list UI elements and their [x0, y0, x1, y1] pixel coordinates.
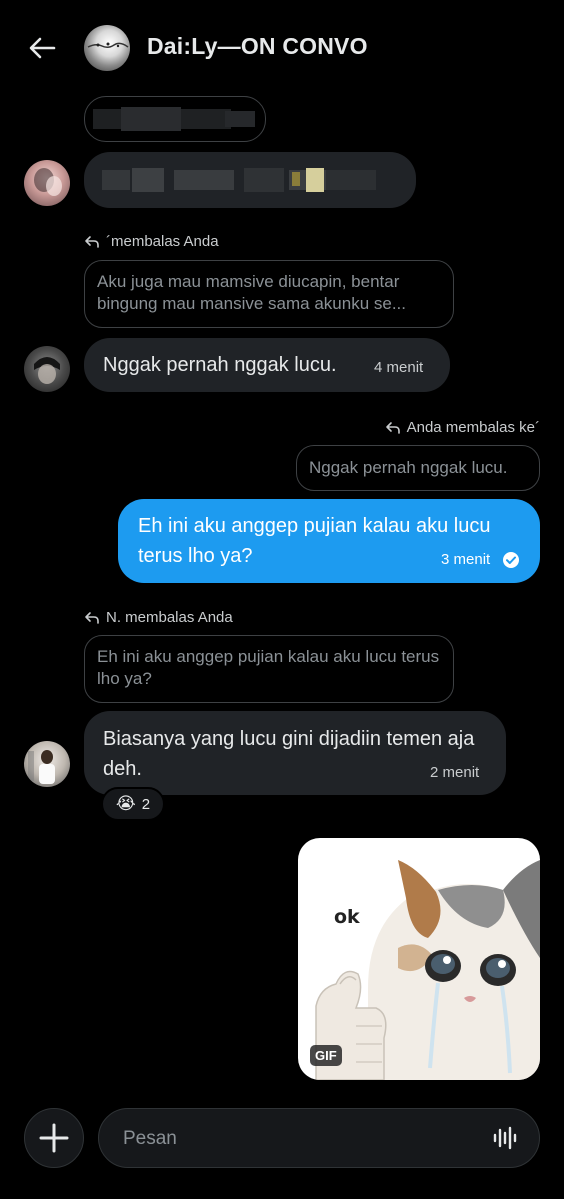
reply-arrow-icon [385, 421, 400, 434]
check-circle-icon [503, 552, 519, 568]
crying-cat-sticker [315, 860, 540, 1080]
quoted-message[interactable]: Aku juga mau mamsive diucapin, bentar bi… [84, 260, 454, 328]
conversation-avatar[interactable] [84, 25, 130, 71]
add-attachment-button[interactable] [24, 1108, 84, 1168]
reply-label: N. membalas Anda [84, 609, 233, 626]
message-time: 2 menit [430, 764, 480, 781]
sender-avatar[interactable] [24, 741, 70, 787]
sticker-text: ok [334, 906, 360, 928]
conversation-title[interactable]: Dai:Ly—ON CONVO [147, 33, 368, 60]
reply-label-text: Anda membalas ke´ [406, 419, 540, 436]
plus-icon [39, 1123, 69, 1153]
quoted-message[interactable]: Nggak pernah nggak lucu. [296, 445, 540, 491]
message-composer[interactable] [98, 1108, 540, 1168]
avatar-art [34, 357, 60, 384]
outgoing-message-bubble[interactable]: Eh ini aku anggep pujian kalau aku lucu … [118, 499, 540, 583]
redacted-message-bubble[interactable] [84, 152, 416, 208]
quoted-message[interactable]: Eh ini aku anggep pujian kalau aku lucu … [84, 635, 454, 703]
incoming-message-bubble[interactable]: Biasanya yang lucu gini dijadiin temen a… [84, 711, 506, 795]
message-time: 3 menit [441, 551, 491, 568]
quoted-text: Eh ini aku anggep pujian kalau aku lucu … [97, 647, 440, 688]
redacted-quote [84, 96, 266, 142]
reply-label: Anda membalas ke´ [385, 419, 540, 436]
gif-badge: GIF [310, 1045, 342, 1066]
reply-label-text: ´membalas Anda [106, 233, 219, 250]
avatar-art [28, 750, 55, 784]
crying-emoji-icon: 😭 [115, 794, 136, 813]
quoted-text: Aku juga mau mamsive diucapin, bentar bi… [97, 272, 407, 313]
reply-arrow-icon [85, 611, 99, 624]
avatar-art [34, 168, 62, 196]
quoted-text: Nggak pernah nggak lucu. [309, 458, 508, 477]
reply-label: ´membalas Anda [84, 233, 219, 250]
message-time: 4 menit [374, 359, 424, 376]
reaction-count: 2 [141, 795, 151, 813]
reply-label-text: N. membalas Anda [106, 609, 233, 626]
message-input[interactable] [121, 1109, 465, 1168]
message-text: Nggak pernah nggak lucu. [103, 354, 337, 376]
sender-avatar[interactable] [24, 346, 70, 392]
sender-avatar[interactable] [24, 160, 70, 206]
incoming-message-bubble[interactable]: Nggak pernah nggak lucu. 4 menit [84, 338, 450, 392]
avatar-art [87, 42, 129, 49]
arrow-left-icon [29, 37, 56, 59]
voice-wave-icon[interactable] [493, 1126, 517, 1150]
reaction-chip[interactable]: 😭 2 [101, 787, 165, 821]
back-button[interactable] [22, 30, 62, 66]
gif-message[interactable]: ok GIF [298, 838, 540, 1080]
reply-arrow-icon [85, 235, 99, 248]
